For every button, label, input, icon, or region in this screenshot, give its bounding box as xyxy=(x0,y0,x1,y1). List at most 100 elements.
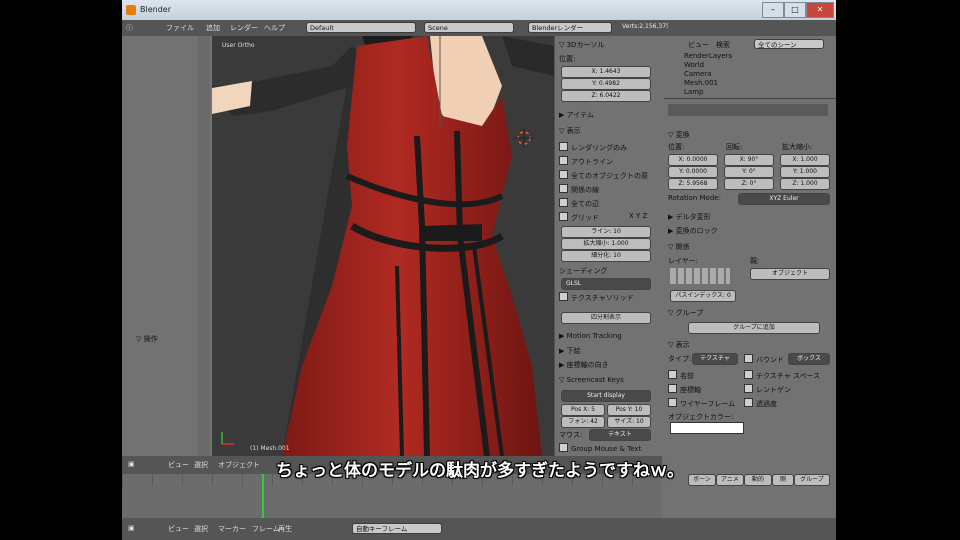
timeline-frame-menu[interactable]: フレーム xyxy=(252,524,280,534)
x-ray-checkbox[interactable]: レントゲン xyxy=(744,384,791,395)
location-z-field[interactable]: Z: 5.9568 xyxy=(668,178,718,190)
location-x-field[interactable]: X: 0.0000 xyxy=(668,154,718,166)
pos-y-field[interactable]: Pos Y: 10 xyxy=(607,404,651,416)
info-header: ⓘ ファイル 追加 レンダー ヘルプ Default Scene Blender… xyxy=(122,20,836,37)
start-display-button[interactable]: Start display xyxy=(561,390,651,402)
outliner-item-renderlayers[interactable]: RenderLayers xyxy=(684,52,732,60)
grid-subdivisions-field[interactable]: 細分化: 10 xyxy=(561,250,651,262)
shading-mode-select[interactable]: GLSL xyxy=(561,278,651,290)
menu-file[interactable]: ファイル xyxy=(166,23,194,33)
group-mouse-text-checkbox[interactable]: Group Mouse & Text xyxy=(559,443,641,453)
tool-shelf-scrollbar[interactable] xyxy=(198,36,210,456)
texture-solid-checkbox[interactable]: テクスチャソリッド xyxy=(559,292,634,303)
box-size-field[interactable]: サイズ: 10 xyxy=(607,416,651,428)
cursor-z-field[interactable]: Z: 6.0422 xyxy=(561,90,651,102)
transform-locks-header[interactable]: ▶ 変換のロック xyxy=(668,226,718,236)
only-render-checkbox[interactable]: レンダリングのみ xyxy=(559,142,627,153)
timeline-editor-icon[interactable]: ▣ xyxy=(128,524,135,532)
cursor-y-field[interactable]: Y: 0.4982 xyxy=(561,78,651,90)
transparency-checkbox[interactable]: 透過度 xyxy=(744,398,777,409)
menu-render[interactable]: レンダー xyxy=(230,23,258,33)
groups-header[interactable]: ▽ グループ xyxy=(668,308,703,318)
outliner-item-lamp[interactable]: Lamp xyxy=(684,88,703,96)
transform-orientations-header[interactable]: ▶ 座標軸の向き xyxy=(559,360,609,370)
grid-axis-toggles[interactable]: X Y Z xyxy=(629,212,647,220)
properties-editor: ▽ 変換 位置: 回転: 拡大縮小: X: 0.0000 Y: 0.0000 Z… xyxy=(664,100,836,486)
display-panel-header[interactable]: ▽ 表示 xyxy=(559,126,581,136)
relationship-lines-checkbox[interactable]: 関係の線 xyxy=(559,184,599,195)
timeline-playback-menu[interactable]: 再生 xyxy=(278,524,292,534)
minimize-button[interactable]: – xyxy=(762,2,784,18)
all-edges-checkbox[interactable]: 全ての辺 xyxy=(559,198,599,209)
outliner: ビュー 検索 全てのシーン RenderLayers World Camera … xyxy=(664,36,836,99)
grid-lines-field[interactable]: ライン: 10 xyxy=(561,226,651,238)
keying-set-select[interactable]: 自動キーフレーム xyxy=(352,523,442,534)
scale-z-field[interactable]: Z: 1.000 xyxy=(780,178,830,190)
display-header[interactable]: ▽ 表示 xyxy=(668,340,690,350)
render-engine-select[interactable]: Blenderレンダー xyxy=(528,22,612,33)
grid-checkbox[interactable]: グリッド xyxy=(559,212,599,223)
outliner-item-world[interactable]: World xyxy=(684,61,704,69)
parent-label: 親: xyxy=(750,257,760,265)
display-type-select[interactable]: テクスチャ xyxy=(692,353,738,365)
wireframe-checkbox[interactable]: ワイヤーフレーム xyxy=(668,398,735,409)
timeline-marker-menu[interactable]: マーカー xyxy=(218,524,246,534)
rotation-x-field[interactable]: X: 90° xyxy=(724,154,774,166)
location-y-field[interactable]: Y: 0.0000 xyxy=(668,166,718,178)
tool-shelf: ▽ 操作 xyxy=(122,36,212,456)
outliner-item-camera[interactable]: Camera xyxy=(684,70,711,78)
character-model-render xyxy=(212,36,554,456)
layer-label: レイヤー: xyxy=(668,257,699,265)
outliner-view-menu[interactable]: ビュー xyxy=(688,40,709,50)
toggle-quad-view-button[interactable]: 四分割表示 xyxy=(561,312,651,324)
motion-tracking-header[interactable]: ▶ Motion Tracking xyxy=(559,332,622,340)
parent-object-field[interactable]: オブジェクト xyxy=(750,268,830,280)
add-to-group-button[interactable]: グループに追加 xyxy=(688,322,820,334)
info-editor-icon[interactable]: ⓘ xyxy=(126,23,133,33)
delta-transform-header[interactable]: ▶ デルタ変形 xyxy=(668,212,711,222)
object-color-swatch[interactable] xyxy=(670,422,744,434)
outliner-search-menu[interactable]: 検索 xyxy=(716,40,730,50)
3d-viewport[interactable]: User Ortho (1) Mesh.001 xyxy=(212,36,554,456)
rotation-mode-select[interactable]: XYZ Euler xyxy=(738,193,830,205)
mouse-mode-select[interactable]: テキスト xyxy=(589,429,651,441)
bounds-checkbox[interactable]: バウンド xyxy=(744,354,784,365)
grid-scale-field[interactable]: 拡大縮小: 1.000 xyxy=(561,238,651,250)
axis-checkbox[interactable]: 座標軸 xyxy=(668,384,701,395)
layer-grid[interactable] xyxy=(670,268,730,284)
background-images-header[interactable]: ▶ 下絵 xyxy=(559,346,581,356)
mouse-label: マウス: xyxy=(559,431,583,439)
texture-space-checkbox[interactable]: テクスチャ スペース xyxy=(744,370,820,381)
screencast-keys-header[interactable]: ▽ Screencast Keys xyxy=(559,376,624,384)
font-size-field[interactable]: フォン: 42 xyxy=(561,416,605,428)
scale-y-field[interactable]: Y: 1.000 xyxy=(780,166,830,178)
window-title: Blender xyxy=(140,5,171,14)
location-label: 位置: xyxy=(668,143,685,151)
screen-layout-select[interactable]: Default xyxy=(306,22,416,33)
outliner-display-mode-select[interactable]: 全てのシーン xyxy=(754,39,824,49)
properties-n-panel: ▽ 3Dカーソル 位置: X: 1.4643 Y: 0.4982 Z: 6.04… xyxy=(554,36,665,456)
cursor-x-field[interactable]: X: 1.4643 xyxy=(561,66,651,78)
item-panel-header[interactable]: ▶ アイテム xyxy=(559,110,594,120)
close-button[interactable]: ✕ xyxy=(806,2,834,18)
name-checkbox[interactable]: 名前 xyxy=(668,370,694,381)
pass-index-field[interactable]: パスインデックス: 0 xyxy=(670,290,736,302)
relations-header[interactable]: ▽ 関係 xyxy=(668,242,690,252)
timeline-select-menu[interactable]: 選択 xyxy=(194,524,208,534)
rotation-z-field[interactable]: Z: 0° xyxy=(724,178,774,190)
scale-x-field[interactable]: X: 1.000 xyxy=(780,154,830,166)
menu-help[interactable]: ヘルプ xyxy=(264,23,285,33)
3d-cursor-header[interactable]: ▽ 3Dカーソル xyxy=(559,40,604,50)
all-origins-checkbox[interactable]: 全てのオブジェクトの原 xyxy=(559,170,648,181)
outline-checkbox[interactable]: アウトライン xyxy=(559,156,613,167)
rotation-y-field[interactable]: Y: 0° xyxy=(724,166,774,178)
pos-x-field[interactable]: Pos X: 5 xyxy=(561,404,605,416)
properties-context-tabs[interactable] xyxy=(668,104,828,116)
scene-select[interactable]: Scene xyxy=(424,22,514,33)
menu-add[interactable]: 追加 xyxy=(206,23,220,33)
outliner-item-mesh[interactable]: Mesh.001 xyxy=(684,79,718,87)
maximize-button[interactable]: □ xyxy=(784,2,806,18)
bounds-type-select[interactable]: ボックス xyxy=(788,353,830,365)
timeline-view-menu[interactable]: ビュー xyxy=(168,524,189,534)
transform-header[interactable]: ▽ 変換 xyxy=(668,130,690,140)
